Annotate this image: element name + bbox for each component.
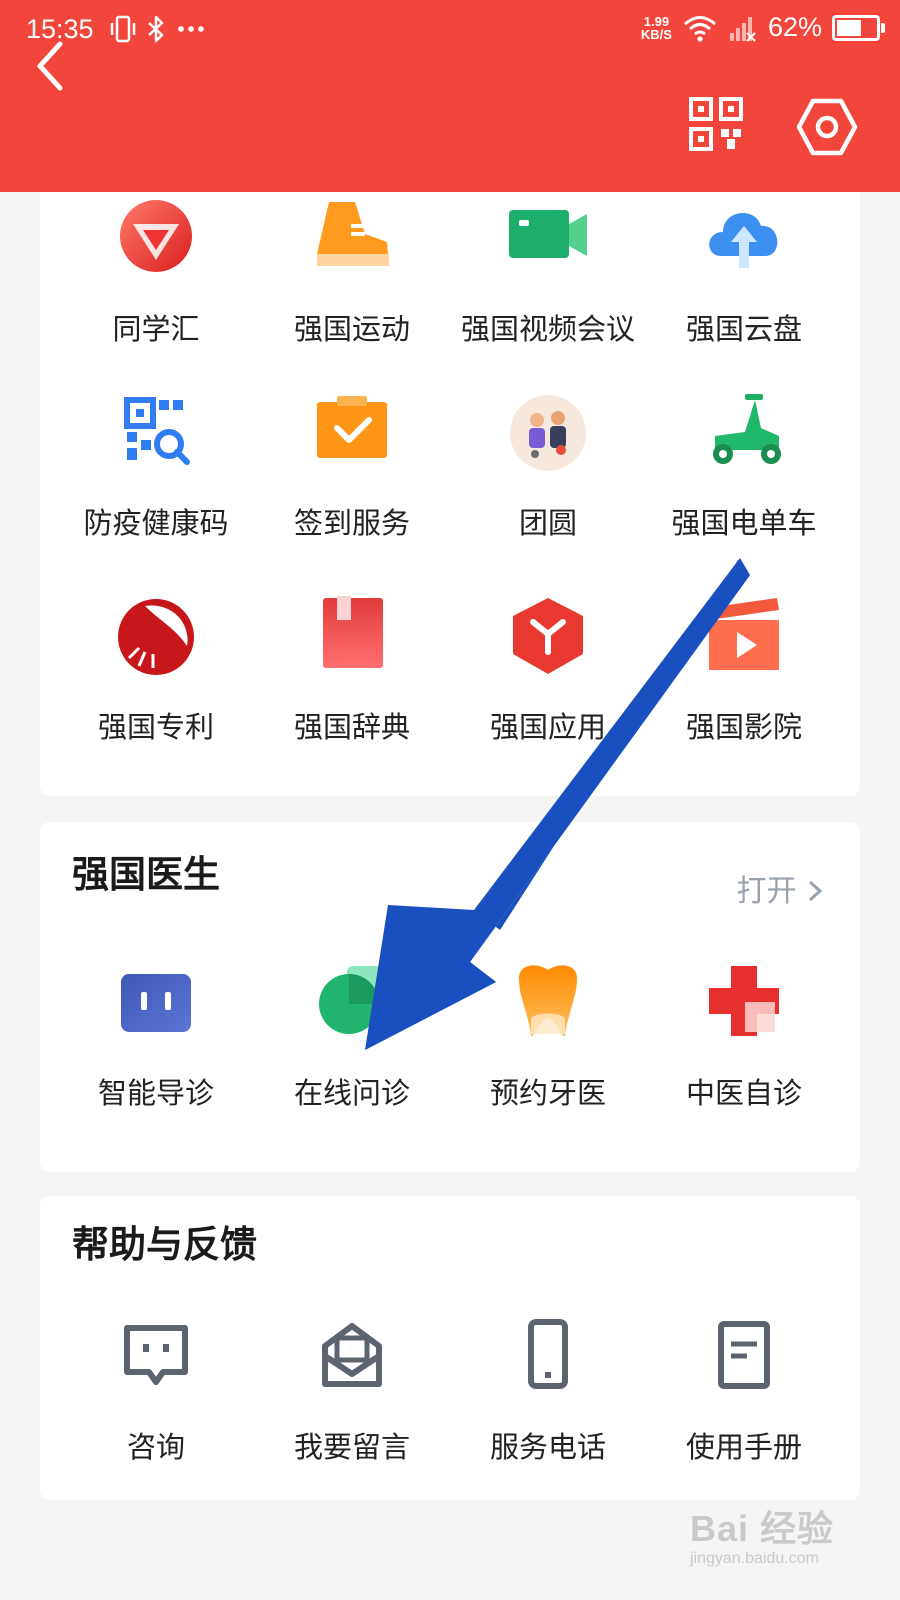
envelope-icon	[322, 1323, 382, 1387]
doctor-label: 预约牙医	[489, 1076, 606, 1110]
apps-card: 同学汇 强国运动 强国视频会议 强国云盘 防疫健康码 签到服务 团圆 强国电单车…	[40, 192, 860, 796]
medical-cross-icon	[709, 966, 779, 1036]
app-label: 强国视频会议	[460, 312, 635, 346]
app-check-in[interactable]: 签到服务	[254, 388, 450, 542]
manual-document-icon	[718, 1321, 770, 1389]
scooter-icon	[713, 394, 781, 464]
section-title: 强国医生	[72, 853, 220, 896]
doctor-label: 智能导诊	[97, 1076, 214, 1110]
back-arrow-icon[interactable]	[28, 30, 88, 100]
app-video-meeting[interactable]: 强国视频会议	[450, 194, 646, 348]
video-camera-icon	[509, 210, 587, 258]
online-consult-chat-icon	[319, 966, 387, 1034]
sneaker-icon	[317, 202, 389, 266]
family-reunion-icon	[510, 395, 586, 471]
help-consult[interactable]: 咨询	[58, 1312, 254, 1466]
help-service-phone[interactable]: 服务电话	[450, 1312, 646, 1466]
phone-icon	[528, 1319, 568, 1389]
help-user-manual[interactable]: 使用手册	[646, 1312, 842, 1466]
app-label: 强国电单车	[671, 506, 817, 540]
watermark: Bai 经验 jingyan.baidu.com	[690, 1508, 835, 1567]
help-label: 使用手册	[685, 1430, 802, 1464]
doctor-label: 中医自诊	[685, 1076, 802, 1110]
cloud-upload-icon	[709, 213, 778, 268]
chat-bubble-icon	[124, 1325, 188, 1385]
smart-guide-icon	[121, 974, 191, 1032]
tongxuehui-icon	[120, 200, 192, 272]
battery-percent: 62%	[767, 12, 822, 42]
app-tongxuehui[interactable]: 同学汇	[58, 194, 254, 348]
chevron-right-icon	[808, 880, 823, 902]
help-label: 我要留言	[293, 1430, 410, 1464]
doctor-online-consult[interactable]: 在线问诊	[254, 958, 450, 1112]
app-health-code[interactable]: 防疫健康码	[58, 388, 254, 542]
app-label: 同学汇	[112, 312, 200, 346]
more-dots-icon	[178, 26, 204, 32]
open-link[interactable]: 打开	[736, 866, 824, 910]
app-e-bike[interactable]: 强国电单车	[646, 388, 842, 542]
patent-seal-icon	[118, 599, 194, 675]
app-qiangguo-yundong[interactable]: 强国运动	[254, 194, 450, 348]
cinema-clapper-icon	[707, 598, 779, 670]
status-bar: 15:35 1.99 KB/S 62%	[0, 0, 900, 64]
vibrate-icon	[110, 15, 136, 43]
app-label: 强国应用	[489, 710, 606, 744]
top-header	[0, 64, 900, 192]
section-title: 帮助与反馈	[72, 1223, 257, 1266]
check-in-clipboard-icon	[317, 396, 387, 458]
app-label: 防疫健康码	[83, 506, 229, 540]
wifi-icon	[683, 15, 716, 42]
help-card: 帮助与反馈 咨询 我要留言 服务电话 使用手册	[40, 1196, 860, 1500]
app-label: 强国云盘	[685, 312, 802, 346]
app-label: 强国专利	[97, 710, 214, 744]
app-label: 团圆	[518, 506, 577, 540]
help-label: 咨询	[126, 1430, 185, 1464]
app-qiangguo-apps[interactable]: 强国应用	[450, 592, 646, 746]
settings-hexagon-icon[interactable]	[796, 96, 858, 158]
app-label: 强国运动	[293, 312, 410, 346]
network-speed: 1.99 KB/S	[640, 13, 672, 42]
doctor-label: 在线问诊	[293, 1076, 410, 1110]
qr-code-icon[interactable]	[688, 96, 744, 152]
app-cloud-disk[interactable]: 强国云盘	[646, 194, 842, 348]
battery-icon	[832, 14, 885, 41]
app-patent[interactable]: 强国专利	[58, 592, 254, 746]
app-cube-icon	[513, 598, 583, 674]
dictionary-book-icon	[323, 596, 383, 668]
app-tuanyuan[interactable]: 团圆	[450, 388, 646, 542]
doctor-dentist[interactable]: 预约牙医	[450, 958, 646, 1112]
signal-icon	[729, 16, 756, 42]
app-cinema[interactable]: 强国影院	[646, 592, 842, 746]
doctor-card: 强国医生 打开 智能导诊 在线问诊 预约牙医 中医自诊	[40, 822, 860, 1172]
help-label: 服务电话	[489, 1430, 606, 1464]
app-dictionary[interactable]: 强国辞典	[254, 592, 450, 746]
tooth-icon	[519, 965, 577, 1037]
health-qr-code-icon	[124, 397, 190, 465]
help-leave-message[interactable]: 我要留言	[254, 1312, 450, 1466]
bluetooth-icon	[148, 15, 164, 43]
app-label: 强国辞典	[293, 710, 410, 744]
doctor-tcm-self-check[interactable]: 中医自诊	[646, 958, 842, 1112]
app-label: 强国影院	[685, 710, 802, 744]
app-label: 签到服务	[293, 506, 410, 540]
doctor-smart-guide[interactable]: 智能导诊	[58, 958, 254, 1112]
